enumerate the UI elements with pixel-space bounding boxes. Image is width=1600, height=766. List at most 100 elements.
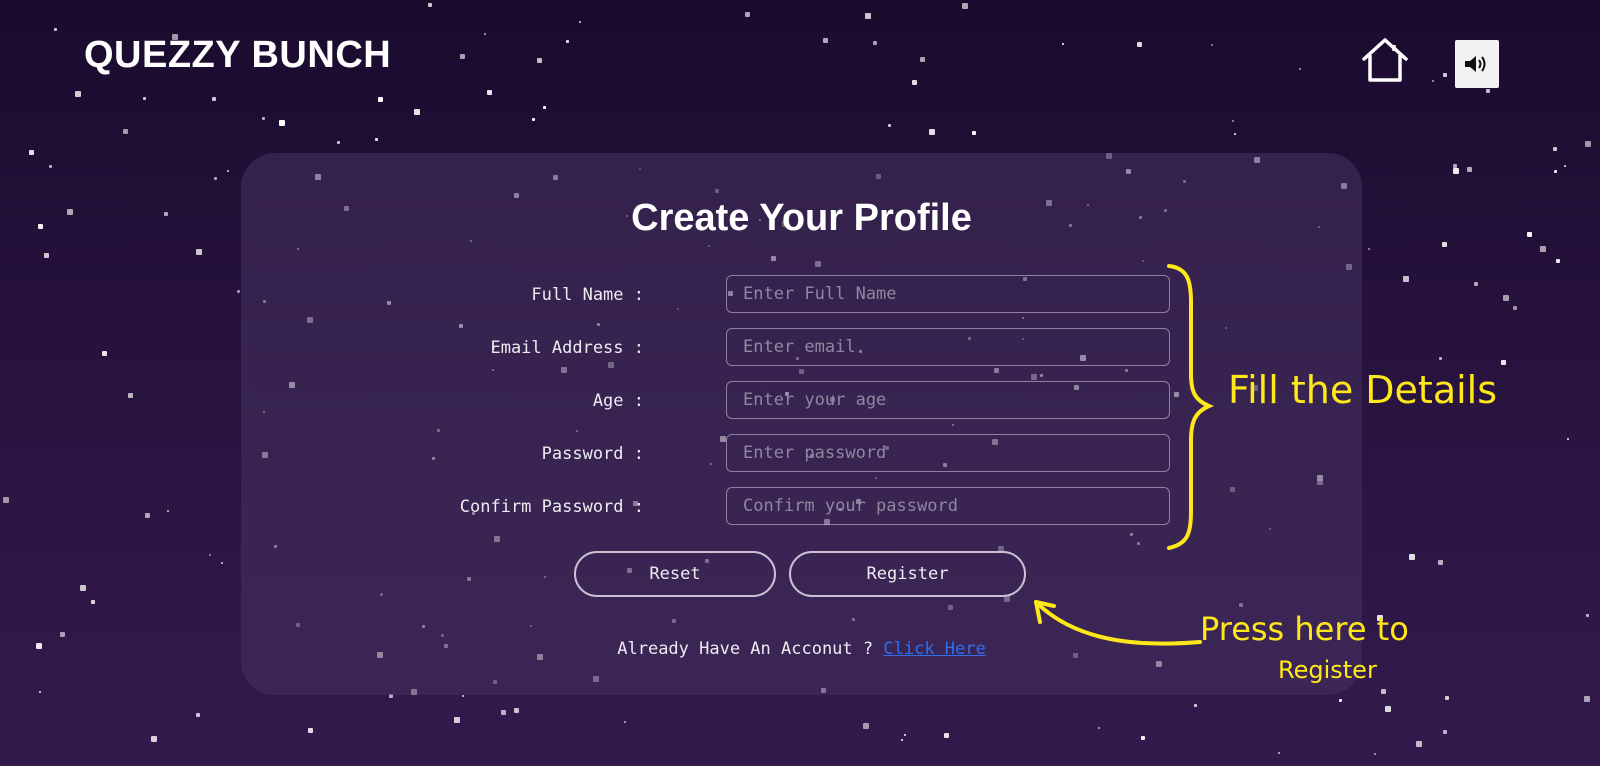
star bbox=[1439, 357, 1442, 360]
star bbox=[944, 733, 949, 738]
star bbox=[1445, 696, 1449, 700]
star bbox=[888, 124, 891, 127]
register-button[interactable]: Register bbox=[789, 551, 1026, 597]
star bbox=[123, 129, 128, 134]
confirm-password-input[interactable] bbox=[726, 487, 1170, 525]
full-name-input[interactable] bbox=[726, 275, 1170, 313]
star bbox=[227, 170, 229, 172]
star bbox=[39, 691, 41, 693]
star bbox=[1554, 170, 1557, 173]
star bbox=[151, 736, 157, 742]
star bbox=[212, 97, 216, 101]
star bbox=[865, 13, 871, 19]
star bbox=[1278, 752, 1280, 754]
star bbox=[1443, 73, 1447, 77]
star bbox=[54, 28, 57, 31]
home-icon bbox=[1362, 38, 1408, 82]
star bbox=[308, 728, 313, 733]
star bbox=[484, 33, 486, 35]
star bbox=[1438, 560, 1443, 565]
star bbox=[1486, 89, 1490, 93]
star bbox=[221, 562, 223, 564]
star bbox=[378, 97, 383, 102]
star bbox=[863, 723, 869, 729]
star bbox=[537, 58, 542, 63]
star bbox=[1232, 120, 1234, 122]
star bbox=[49, 165, 52, 168]
star bbox=[143, 97, 146, 100]
star bbox=[1385, 706, 1391, 712]
star bbox=[501, 710, 506, 715]
star bbox=[279, 120, 285, 126]
star bbox=[196, 713, 200, 717]
star bbox=[454, 717, 460, 723]
star bbox=[1409, 554, 1415, 560]
star bbox=[1141, 736, 1145, 740]
star bbox=[1474, 282, 1478, 286]
star bbox=[1403, 276, 1409, 282]
star bbox=[1501, 360, 1506, 365]
star bbox=[912, 80, 917, 85]
star bbox=[823, 38, 828, 43]
email-input[interactable] bbox=[726, 328, 1170, 366]
star bbox=[532, 118, 535, 121]
confirm-password-label: Confirm Password : bbox=[459, 497, 644, 517]
star bbox=[1374, 753, 1376, 755]
password-input[interactable] bbox=[726, 434, 1170, 472]
star bbox=[1453, 168, 1459, 174]
star bbox=[375, 138, 378, 141]
reset-button[interactable]: Reset bbox=[574, 551, 776, 597]
star bbox=[44, 253, 49, 258]
star bbox=[1503, 295, 1509, 301]
star bbox=[1432, 80, 1434, 82]
star bbox=[873, 41, 877, 45]
star bbox=[102, 351, 107, 356]
star bbox=[91, 600, 95, 604]
star bbox=[237, 290, 240, 293]
sound-toggle-button[interactable] bbox=[1455, 40, 1499, 88]
star bbox=[962, 3, 968, 9]
star bbox=[1368, 248, 1370, 250]
login-link[interactable]: Click Here bbox=[883, 639, 985, 659]
star bbox=[262, 117, 265, 120]
password-label: Password : bbox=[541, 444, 644, 464]
star bbox=[145, 513, 150, 518]
star bbox=[60, 632, 65, 637]
star bbox=[414, 109, 420, 115]
age-input[interactable] bbox=[726, 381, 1170, 419]
star bbox=[1381, 689, 1386, 694]
speaker-icon bbox=[1465, 56, 1486, 72]
star bbox=[1442, 242, 1447, 247]
star bbox=[1062, 43, 1064, 45]
star bbox=[1513, 306, 1517, 310]
star bbox=[1586, 614, 1589, 617]
star bbox=[209, 554, 211, 556]
star bbox=[67, 209, 73, 215]
star bbox=[462, 695, 464, 697]
login-prompt-text: Already Have An Acconut ? bbox=[617, 639, 874, 659]
star bbox=[1556, 259, 1560, 263]
star bbox=[1299, 68, 1301, 70]
star bbox=[29, 150, 34, 155]
star bbox=[1540, 246, 1546, 252]
star bbox=[80, 585, 86, 591]
star bbox=[1211, 44, 1213, 46]
star bbox=[460, 54, 465, 59]
annotation-register: Register bbox=[1278, 656, 1377, 684]
star bbox=[487, 90, 492, 95]
star bbox=[196, 249, 202, 255]
star bbox=[972, 131, 976, 135]
app-title: QUEZZY BUNCH bbox=[84, 34, 392, 76]
star bbox=[1553, 147, 1557, 151]
age-label: Age : bbox=[592, 391, 644, 411]
star bbox=[428, 3, 432, 7]
annotation-arrow bbox=[1034, 600, 1202, 646]
star bbox=[1098, 727, 1100, 729]
star bbox=[38, 224, 43, 229]
star bbox=[1137, 42, 1142, 47]
home-button[interactable] bbox=[1360, 36, 1410, 84]
star bbox=[36, 643, 42, 649]
star bbox=[1194, 704, 1197, 707]
star bbox=[1453, 164, 1457, 168]
star bbox=[543, 106, 546, 109]
